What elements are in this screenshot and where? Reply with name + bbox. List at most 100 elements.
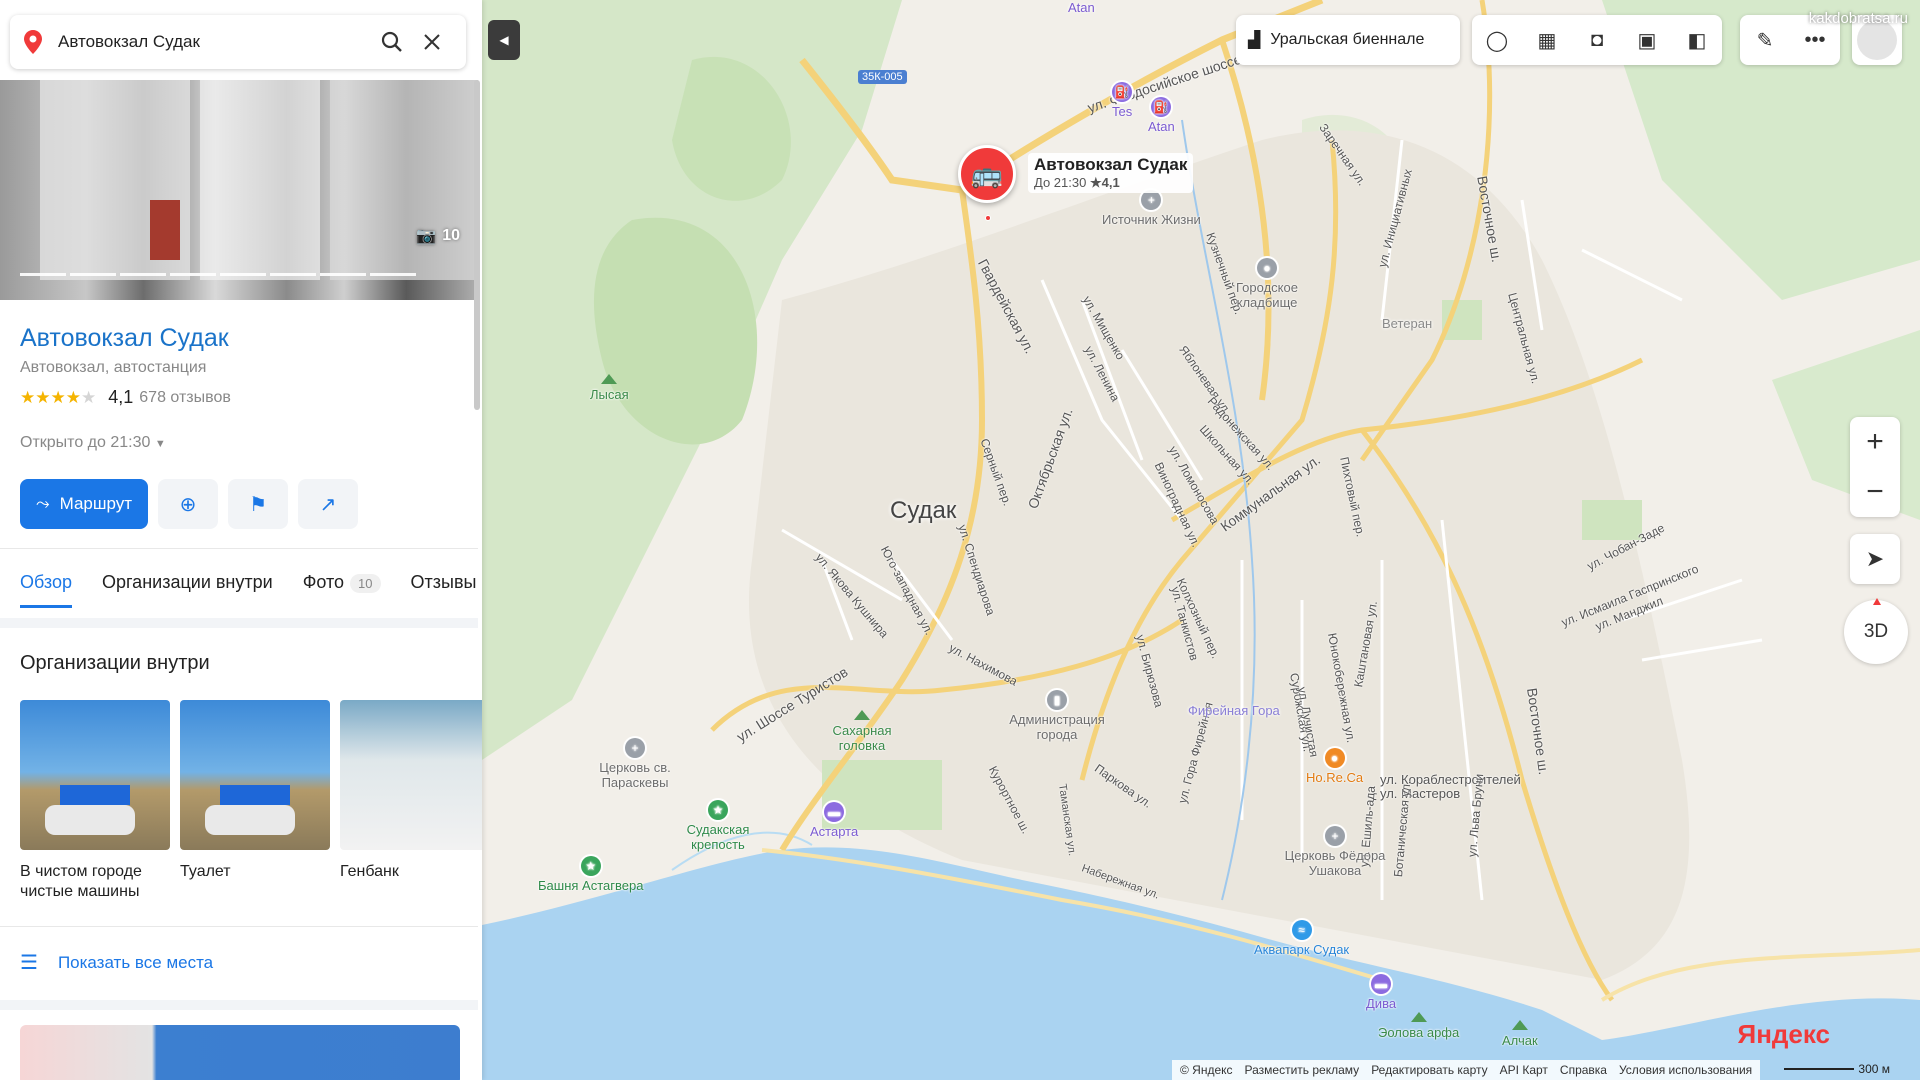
poi-marker[interactable]: ▬ Дива <box>1366 974 1396 1011</box>
poi-label: Алчак <box>1502 1033 1538 1048</box>
poi-marker[interactable]: ⛽ Tes <box>1112 82 1132 119</box>
photo-count[interactable]: 📷 10 <box>416 226 460 246</box>
watermark: kakdobratsa.ru <box>1808 10 1908 27</box>
org-image <box>340 700 482 850</box>
ruler-icon[interactable]: ✎ <box>1740 15 1790 65</box>
panorama-icon[interactable]: ▦ <box>1522 15 1572 65</box>
poi-label: Лысая <box>590 387 629 402</box>
selected-place-marker[interactable]: 🚌 Автовокзал Судак До 21:30 ★4,1 <box>958 145 1194 221</box>
yandex-logo: Яндекс <box>1738 1019 1831 1050</box>
pager-dot[interactable] <box>120 273 166 276</box>
pager-dot[interactable] <box>370 273 416 276</box>
poi-marker[interactable]: ⛽ Atan <box>1148 97 1175 134</box>
peak-marker[interactable]: Эолова арфа <box>1378 1012 1459 1040</box>
pager-dot[interactable] <box>270 273 316 276</box>
3d-button[interactable]: 3D <box>1844 598 1908 664</box>
poi-label: Администрация города <box>1009 712 1105 742</box>
poi-label: Сахарная головка <box>832 723 892 753</box>
panel-scrollbar[interactable] <box>474 80 480 410</box>
marker-rating: ★4,1 <box>1089 175 1120 190</box>
poi-marker[interactable]: ★ Судакская крепость <box>678 800 758 852</box>
pager-dot[interactable] <box>20 273 66 276</box>
opening-hours[interactable]: Открыто до 21:30 ▼ <box>20 434 166 452</box>
divider <box>0 926 478 927</box>
poi-marker[interactable]: ▬ Астарта <box>810 802 858 839</box>
org-name: Туалет <box>180 863 231 880</box>
tab-orgs-inside[interactable]: Организации внутри <box>102 572 273 608</box>
place-title[interactable]: Автовокзал Судак <box>20 324 229 353</box>
poi-marker[interactable]: + Церковь св. Параскевы <box>590 738 680 790</box>
fuel-icon: ⛽ <box>1151 97 1172 117</box>
poi-label: Ветеран <box>1382 316 1433 331</box>
photo-icon[interactable]: ◘ <box>1572 15 1622 65</box>
tab-photos[interactable]: Фото 10 <box>303 572 381 608</box>
footer-link[interactable]: Разместить рекламу <box>1245 1063 1360 1077</box>
poi-marker[interactable]: ● Ho.Re.Ca <box>1306 748 1363 785</box>
poi-marker[interactable]: ● Городское кладбище <box>1227 258 1307 310</box>
traffic-icon[interactable]: ◯ <box>1472 15 1522 65</box>
map-canvas[interactable]: Судак 35К-005 ул. Феодосийское шоссе Зар… <box>482 0 1920 1080</box>
search-icon[interactable] <box>372 22 412 62</box>
place-photo[interactable]: 📷 10 <box>0 80 478 300</box>
pager-dot[interactable] <box>320 273 366 276</box>
close-icon[interactable] <box>412 22 452 62</box>
reviews-count[interactable]: 678 отзывов <box>139 389 231 407</box>
advertisement-banner[interactable] <box>20 1025 460 1080</box>
bookmark-button[interactable]: ⚑ <box>228 479 289 529</box>
tab-overview[interactable]: Обзор <box>20 572 72 608</box>
poi-marker[interactable]: ≈ Аквапарк Судак <box>1254 920 1349 957</box>
hotel-icon: ▬ <box>824 802 845 822</box>
building-icon: ▮ <box>1047 690 1067 710</box>
layers-toolbar: ◯ ▦ ◘ ▣ ◧ <box>1472 15 1722 65</box>
website-button[interactable]: ⊕ <box>158 479 219 529</box>
poi-marker[interactable]: ▮ Администрация города <box>1002 690 1112 742</box>
org-card[interactable]: В чистом городе чистые машины <box>20 700 170 902</box>
poi-label: Atan <box>1148 119 1175 134</box>
bus-icon: 🚌 <box>958 145 1016 203</box>
show-all-places-link[interactable]: ☰ Показать все места <box>20 950 213 975</box>
zoom-out-button[interactable]: − <box>1850 467 1900 517</box>
location-arrow-icon: ➤ <box>1865 546 1885 571</box>
poi-marker[interactable]: + Источник Жизни <box>1102 190 1201 227</box>
zoom-controls: + − <box>1850 417 1900 517</box>
church-icon: + <box>625 738 645 758</box>
marker-hours: До 21:30 <box>1034 175 1087 190</box>
rating-value: 4,1 <box>108 387 134 407</box>
footer-link[interactable]: Справка <box>1560 1063 1607 1077</box>
tab-reviews[interactable]: Отзывы <box>411 572 477 608</box>
section-divider <box>0 618 478 628</box>
image-part <box>60 785 130 805</box>
collapse-panel-button[interactable]: ◀ <box>488 20 520 60</box>
poi-marker[interactable]: + Церковь Фёдора Ушакова <box>1280 826 1390 878</box>
footer-link[interactable]: Редактировать карту <box>1371 1063 1487 1077</box>
map-layers-icon[interactable]: ◧ <box>1672 15 1722 65</box>
share-icon: ↗ <box>319 493 337 516</box>
pager-dot[interactable] <box>70 273 116 276</box>
star-icon: ★ <box>580 856 601 876</box>
search-input[interactable]: Автовокзал Судак <box>58 32 372 52</box>
biennale-button[interactable]: ▟ Уральская биеннале <box>1236 15 1460 65</box>
pager-dot[interactable] <box>220 273 266 276</box>
route-button[interactable]: ⤳ Маршрут <box>20 479 149 529</box>
city-label: Судак <box>890 497 957 524</box>
poi-marker[interactable]: ★ Башня Астагвера <box>538 856 643 893</box>
place-rating[interactable]: ★★★★★ 4,1 678 отзывов <box>20 387 231 408</box>
org-card[interactable]: Генбанк <box>340 700 482 902</box>
footer-link[interactable]: Условия использования <box>1619 1063 1752 1077</box>
logo-text: Яндекс <box>1737 1019 1831 1049</box>
orgs-carousel: В чистом городе чистые машины Туалет Ген… <box>20 700 482 902</box>
footer-link[interactable]: API Карт <box>1500 1063 1548 1077</box>
search-bar: Автовокзал Судак <box>10 15 466 69</box>
pager-dot[interactable] <box>170 273 216 276</box>
peak-marker[interactable]: Сахарная головка <box>822 710 902 753</box>
share-button[interactable]: ↗ <box>298 479 359 529</box>
org-card[interactable]: Туалет <box>180 700 330 902</box>
zoom-in-button[interactable]: + <box>1850 417 1900 467</box>
peak-marker[interactable]: Алчак <box>1502 1020 1538 1048</box>
transport-icon[interactable]: ▣ <box>1622 15 1672 65</box>
geolocation-button[interactable]: ➤ <box>1850 534 1900 584</box>
peak-marker[interactable]: Лысая <box>590 374 629 402</box>
org-image <box>180 700 330 850</box>
biennale-label: Уральская биеннале <box>1270 31 1425 48</box>
tab-label: Фото <box>302 572 345 592</box>
